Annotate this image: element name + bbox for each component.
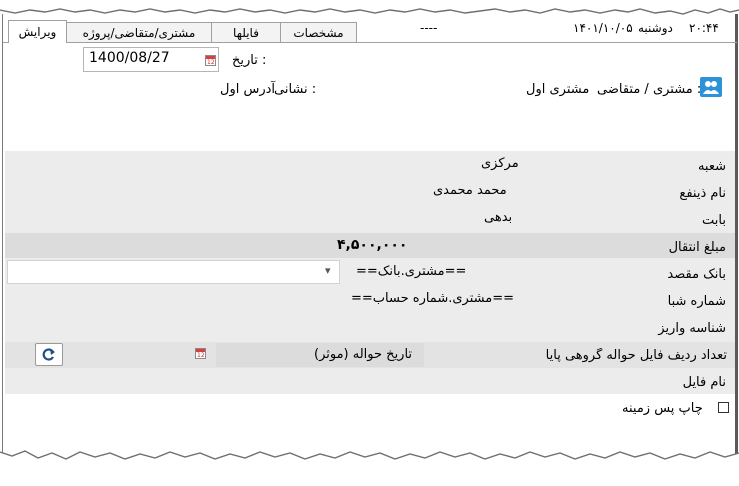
status-time: ۲۰:۴۴ xyxy=(689,21,719,35)
calendar-icon-text: 12 xyxy=(207,59,215,66)
print-background-label: چاپ پس زمینه xyxy=(622,401,703,416)
refresh-icon xyxy=(42,348,55,361)
branch-value[interactable]: مرکزی xyxy=(481,156,519,171)
tab-files[interactable]: فایلها xyxy=(211,22,281,42)
sheba-value[interactable]: ==مشتری.شماره حساب== xyxy=(351,291,514,306)
torn-top-edge xyxy=(0,0,739,15)
status-date: ۱۴۰۱/۱۰/۰۵ xyxy=(573,21,633,35)
date-label: تاریخ : xyxy=(232,53,267,68)
torn-bottom-edge xyxy=(0,450,739,486)
window-frame-left xyxy=(2,14,3,454)
chevron-down-icon[interactable]: ▾ xyxy=(325,264,331,277)
amount-value[interactable]: ۴,۵۰۰,۰۰۰ xyxy=(337,237,407,253)
subject-value[interactable]: بدهی xyxy=(484,210,512,225)
window-frame-right xyxy=(735,14,738,454)
file-name-label: نام فایل xyxy=(682,375,726,390)
amount-label: مبلغ انتقال xyxy=(668,240,726,255)
date-field-value: 1400/08/27 xyxy=(89,50,170,66)
sheba-label: شماره شبا xyxy=(667,294,726,309)
dest-bank-label: بانک مقصد xyxy=(667,267,726,282)
beneficiary-value[interactable]: محمد محمدی xyxy=(433,183,507,198)
calendar-icon[interactable]: 12 xyxy=(195,348,206,359)
effective-date-button-label: تاریخ حواله (موثر) xyxy=(314,347,413,362)
status-weekday: دوشنبه xyxy=(638,21,673,35)
address-label: نشانی : xyxy=(274,82,317,97)
calendar-icon[interactable]: 12 xyxy=(205,55,216,66)
group-rows-label: تعداد ردیف فایل حواله گروهی پایا xyxy=(545,348,727,363)
tab-properties[interactable]: مشخصات xyxy=(280,22,357,42)
deposit-id-label: شناسه واریز xyxy=(658,321,726,336)
customer-label: مشتری / متقاضی : xyxy=(597,82,702,97)
dest-bank-combo[interactable] xyxy=(7,260,340,284)
tab-edit[interactable]: ویرایش xyxy=(8,20,67,43)
subject-label: بابت xyxy=(702,213,726,228)
address-value: آدرس اول xyxy=(220,82,276,97)
customer-icon xyxy=(700,77,722,97)
beneficiary-label: نام ذینفع xyxy=(679,186,726,201)
status-dashes: ---- xyxy=(420,21,438,35)
refresh-button[interactable] xyxy=(35,343,63,366)
print-background-checkbox[interactable] xyxy=(718,402,729,413)
branch-label: شعبه xyxy=(697,159,726,174)
calendar-icon-text: 12 xyxy=(197,352,205,359)
customer-value: مشتری اول xyxy=(526,82,590,97)
tab-customer-project[interactable]: مشتری/متقاضی/پروژه xyxy=(66,22,212,42)
dest-bank-value[interactable]: ==مشتری.بانک== xyxy=(356,264,466,279)
